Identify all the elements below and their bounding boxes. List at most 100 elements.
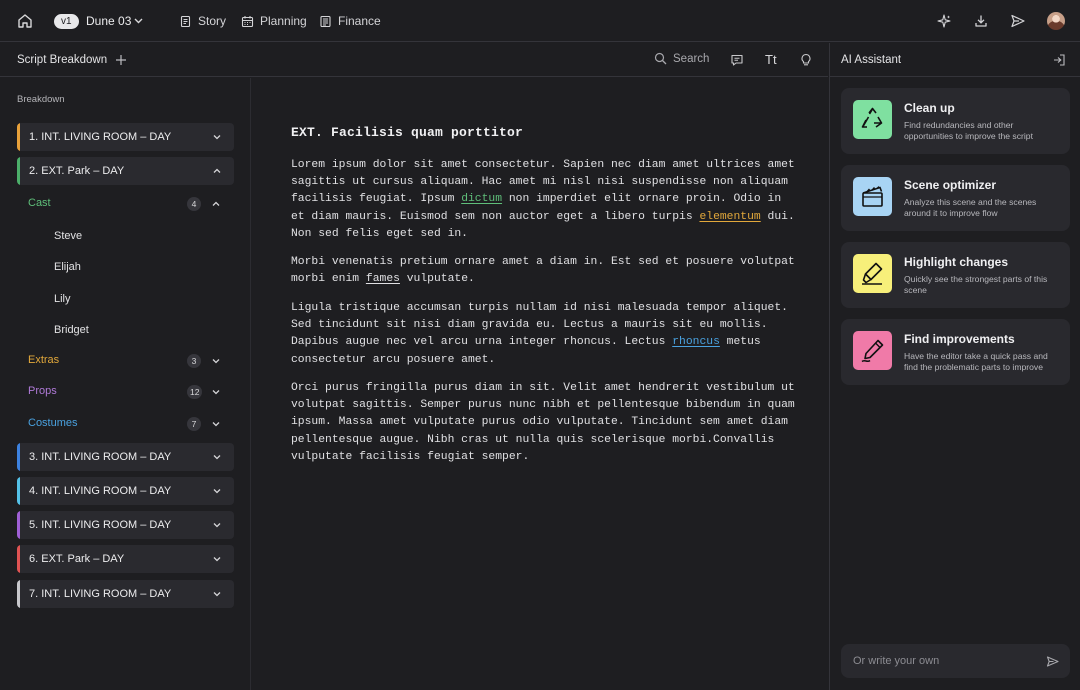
chevron-down-icon[interactable] (211, 356, 221, 366)
scene-item-6[interactable]: 6. EXT. Park – DAY (17, 545, 234, 573)
nav-planning[interactable]: Planning (241, 14, 307, 28)
chevron-down-icon[interactable] (212, 589, 222, 599)
scene-item-1[interactable]: 1. INT. LIVING ROOM – DAY (17, 123, 234, 151)
script-paragraph[interactable]: Morbi venenatis pretium ornare amet a di… (291, 254, 796, 288)
scene-label: 4. INT. LIVING ROOM – DAY (29, 485, 172, 497)
card-title: Scene optimizer (904, 178, 997, 192)
card-description: Quickly see the strongest parts of this … (904, 274, 1048, 296)
nav-story[interactable]: Story (179, 14, 226, 28)
scene-color-bar (17, 123, 20, 151)
scene-item-2[interactable]: 2. EXT. Park – DAY (17, 157, 234, 185)
script-paragraph[interactable]: Ligula tristique accumsan turpis nullam … (291, 300, 796, 369)
collapse-panel-icon[interactable] (1052, 53, 1066, 67)
chevron-down-icon[interactable] (212, 132, 222, 142)
script-editor[interactable]: EXT. Facilisis quam porttitor Lorem ipsu… (252, 78, 828, 690)
scene-label: 7. INT. LIVING ROOM – DAY (29, 588, 172, 600)
chevron-down-icon[interactable] (133, 15, 144, 26)
ai-card-find-improvements[interactable]: Find improvements Have the editor take a… (841, 319, 1070, 385)
text-size-icon[interactable]: Tt (765, 52, 777, 67)
search-button[interactable]: Search (654, 52, 709, 65)
nav-story-label: Story (198, 14, 227, 28)
scene-item-5[interactable]: 5. INT. LIVING ROOM – DAY (17, 511, 234, 539)
script-paragraph[interactable]: Orci purus fringilla purus diam in sit. … (291, 380, 796, 466)
count-badge: 4 (187, 197, 201, 211)
cast-member[interactable]: Lily (54, 293, 71, 305)
clapperboard-icon (853, 177, 892, 216)
scene-color-bar (17, 545, 20, 573)
panel-title: Script Breakdown (17, 54, 108, 66)
count-badge: 3 (187, 354, 201, 368)
scene-label: 1. INT. LIVING ROOM – DAY (29, 131, 172, 143)
sparkle-icon[interactable] (936, 13, 952, 29)
lightbulb-icon[interactable] (799, 53, 813, 67)
send-icon[interactable] (1046, 655, 1059, 668)
ai-card-clean-up[interactable]: Clean up Find redundancies and other opp… (841, 88, 1070, 154)
version-badge[interactable]: v1 (54, 14, 79, 29)
document-icon (179, 15, 192, 28)
category-label: Extras (28, 354, 60, 366)
card-description: Find redundancies and other opportunitie… (904, 120, 1033, 142)
add-icon[interactable] (114, 53, 128, 67)
chevron-down-icon[interactable] (211, 419, 221, 429)
card-title: Highlight changes (904, 255, 1009, 269)
search-icon (654, 52, 667, 65)
category-label: Cast (28, 197, 51, 209)
scene-label: 6. EXT. Park – DAY (29, 553, 125, 565)
scene-heading[interactable]: EXT. Facilisis quam porttitor (291, 125, 523, 140)
ai-header: AI Assistant (830, 43, 1080, 77)
ai-title: AI Assistant (841, 54, 902, 66)
cast-member[interactable]: Bridget (54, 324, 89, 336)
send-icon[interactable] (1010, 13, 1026, 29)
avatar[interactable] (1047, 12, 1065, 30)
category-props[interactable]: Props 12 (17, 382, 234, 402)
chevron-up-icon[interactable] (212, 166, 222, 176)
search-label: Search (673, 52, 710, 65)
home-icon[interactable] (16, 12, 34, 30)
finance-document-icon (319, 15, 332, 28)
cast-member[interactable]: Elijah (54, 261, 81, 273)
ai-assistant-panel: AI Assistant Clean up Find redundancies … (829, 43, 1080, 690)
category-label: Props (28, 385, 57, 397)
cast-highlight[interactable]: dictum (461, 193, 502, 205)
card-description: Analyze this scene and the scenes around… (904, 197, 1037, 219)
scene-item-4[interactable]: 4. INT. LIVING ROOM – DAY (17, 477, 234, 505)
card-title: Clean up (904, 101, 955, 115)
scene-color-bar (17, 443, 20, 471)
category-extras[interactable]: Extras 3 (17, 351, 234, 371)
costume-highlight[interactable]: rhoncus (672, 336, 720, 348)
chevron-down-icon[interactable] (212, 486, 222, 496)
chevron-down-icon[interactable] (212, 452, 222, 462)
extras-highlight[interactable]: elementum (699, 211, 760, 223)
scene-label: 2. EXT. Park – DAY (29, 165, 125, 177)
chevron-up-icon[interactable] (211, 199, 221, 209)
script-paragraph[interactable]: Lorem ipsum dolor sit amet consectetur. … (291, 157, 796, 243)
count-badge: 12 (187, 385, 203, 399)
chevron-down-icon[interactable] (212, 520, 222, 530)
comment-icon[interactable] (730, 53, 744, 67)
editor-toolbar: Script Breakdown Search Tt (0, 43, 828, 77)
highlighter-icon (853, 254, 892, 293)
chevron-down-icon[interactable] (212, 554, 222, 564)
scene-color-bar (17, 511, 20, 539)
prop-highlight[interactable]: fames (366, 273, 400, 285)
ai-prompt-input[interactable] (841, 644, 1031, 678)
scene-item-7[interactable]: 7. INT. LIVING ROOM – DAY (17, 580, 234, 608)
breakdown-heading: Breakdown (17, 94, 65, 105)
project-name[interactable]: Dune 03 (86, 14, 131, 28)
category-costumes[interactable]: Costumes 7 (17, 414, 234, 434)
ai-prompt-box (841, 644, 1070, 678)
category-cast[interactable]: Cast 4 (17, 194, 234, 214)
scene-color-bar (17, 477, 20, 505)
nav-finance-label: Finance (338, 14, 381, 28)
cast-member[interactable]: Steve (54, 230, 82, 242)
ai-card-highlight-changes[interactable]: Highlight changes Quickly see the strong… (841, 242, 1070, 308)
scene-color-bar (17, 580, 20, 608)
scene-item-3[interactable]: 3. INT. LIVING ROOM – DAY (17, 443, 234, 471)
download-icon[interactable] (973, 13, 989, 29)
nav-finance[interactable]: Finance (319, 14, 381, 28)
top-bar: v1 Dune 03 Story Planning Finance (0, 0, 1080, 42)
nav-planning-label: Planning (260, 14, 307, 28)
chevron-down-icon[interactable] (211, 387, 221, 397)
ai-card-scene-optimizer[interactable]: Scene optimizer Analyze this scene and t… (841, 165, 1070, 231)
scene-label: 3. INT. LIVING ROOM – DAY (29, 451, 172, 463)
